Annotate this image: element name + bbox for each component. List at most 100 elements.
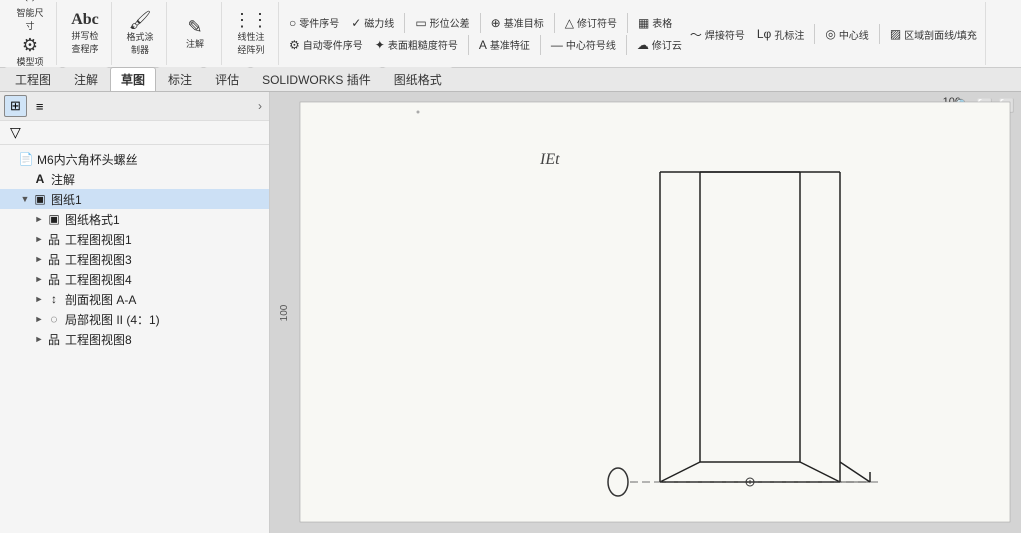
revision-symbol-icon: △	[565, 16, 574, 30]
tree-item-view1[interactable]: ► 品 工程图视图1	[0, 229, 269, 249]
format-painter-icon: 🖌	[129, 11, 152, 29]
tab-solidworks-plugin[interactable]: SOLIDWORKS 插件	[251, 67, 382, 91]
tab-sketch[interactable]: 草图	[110, 67, 156, 91]
tree-label-view8: 工程图视图8	[65, 331, 132, 348]
tree-expand-sheet1[interactable]: ▼	[18, 192, 32, 206]
center-symbol-button[interactable]: ⊕ 基准目标	[487, 13, 548, 33]
auto-part-number-label: 自动零件序号	[303, 37, 363, 52]
hatch-icon: ▨	[890, 27, 901, 41]
model-item-icon: ⚙	[22, 36, 38, 54]
note-button[interactable]: ✎ 注解	[175, 16, 215, 52]
tree-icon-sheet1: ▣	[32, 191, 48, 207]
tree-item-section[interactable]: ► ↕ 剖面视图 A-A	[0, 289, 269, 309]
smart-dim-button[interactable]: ↔ 智能尺寸	[10, 0, 50, 34]
gdt-button[interactable]: ▭ 形位公差	[411, 13, 473, 33]
hole-callout-icon: Lφ	[757, 27, 771, 41]
tree-label-annotation: 注解	[51, 171, 75, 188]
tree-area: 📄 M6内六角杯头螺丝 A 注解 ▼ ▣ 图纸1 ► ▣ 图纸格式1	[0, 145, 269, 533]
tree-icon-detail: ◌	[46, 311, 62, 327]
tree-item-view3[interactable]: ► 品 工程图视图3	[0, 249, 269, 269]
tree-icon-format1: ▣	[46, 211, 62, 227]
tree-item-view4[interactable]: ► 品 工程图视图4	[0, 269, 269, 289]
weld-symbol-label: 表面粗糙度符号	[388, 37, 458, 52]
datum-feature-label: 基准特征	[490, 37, 530, 52]
tree-expand-format1[interactable]: ►	[32, 212, 46, 226]
ribbon-tabs: 工程图 注解 草图 标注 评估 SOLIDWORKS 插件 图纸格式	[0, 68, 1021, 92]
tree-item-sheet1[interactable]: ▼ ▣ 图纸1	[0, 189, 269, 209]
gdt-icon: ▭	[415, 16, 426, 30]
table-icon: ▦	[638, 16, 649, 30]
filter-icon[interactable]: ▽	[6, 122, 25, 142]
magnetic-line-icon: 〜	[690, 26, 702, 43]
canvas-area[interactable]: 100 🔍 ⬜ ⬜ 100 IEt	[270, 92, 1021, 533]
gdt-label: 形位公差	[430, 15, 470, 30]
centerline-button[interactable]: — 中心符号线	[547, 35, 620, 55]
tab-annotate[interactable]: 注解	[63, 67, 109, 91]
centerline-label: 中心符号线	[566, 37, 616, 52]
tree-icon-root: 📄	[18, 151, 34, 167]
hole-callout-label: 孔标注	[774, 27, 804, 42]
smart-dim-label: 智能尺寸	[16, 6, 43, 32]
tool-group-symbols: ○ 零件序号 ✓ 磁力线 ▭ 形位公差 ⊕ 基准目标 △ 修订符号	[281, 2, 986, 65]
surface-roughness-button[interactable]: ✓ 磁力线	[347, 13, 398, 33]
tree-item-view8[interactable]: ► 品 工程图视图8	[0, 329, 269, 349]
part-number-icon: ○	[289, 16, 296, 30]
tab-drawing-format[interactable]: 图纸格式	[383, 67, 453, 91]
panel-collapse-button[interactable]: ›	[255, 99, 265, 113]
tree-item-root[interactable]: 📄 M6内六角杯头螺丝	[0, 149, 269, 169]
tree-label-view3: 工程图视图3	[65, 251, 132, 268]
auto-part-number-button[interactable]: ⚙ 自动零件序号	[285, 35, 367, 55]
format-painter-label: 格式涂制器	[126, 30, 153, 56]
magnetic-line-button[interactable]: 〜 焊接符号	[686, 24, 749, 44]
datum-feature-button[interactable]: A 基准特征	[475, 35, 534, 55]
hatch-label: 区域剖面线/填充	[904, 27, 977, 42]
left-panel: ⊞ ≡ › ▽ 📄 M6内六角杯头螺丝 A 注解 ▼ ▣	[0, 92, 270, 533]
tree-icon-section: ↕	[46, 291, 62, 307]
linear-pattern-button[interactable]: ⋮⋮ 线性注经阵列	[230, 9, 272, 58]
tree-label-detail: 局部视图 II (4：1)	[65, 311, 160, 328]
tree-label-root: M6内六角杯头螺丝	[37, 151, 138, 168]
tree-expand-section[interactable]: ►	[32, 292, 46, 306]
tree-icon-view8: 品	[46, 331, 62, 347]
linear-pattern-label: 线性注经阵列	[237, 30, 264, 56]
panel-view2-button[interactable]: ≡	[30, 96, 50, 117]
tree-expand-annotation[interactable]	[18, 172, 32, 186]
hole-callout-button[interactable]: Lφ 孔标注	[753, 24, 808, 44]
weld-symbol-button[interactable]: ✦ 表面粗糙度符号	[371, 35, 462, 55]
tree-item-detail[interactable]: ► ◌ 局部视图 II (4：1)	[0, 309, 269, 329]
tab-evaluate[interactable]: 评估	[204, 67, 250, 91]
tree-icon-annotation: A	[32, 171, 48, 187]
center-symbol-icon: ⊕	[491, 16, 501, 30]
table-label: 表格	[652, 15, 672, 30]
part-number-button[interactable]: ○ 零件序号	[285, 13, 343, 33]
centerline-icon: —	[551, 38, 563, 52]
panel-view1-button[interactable]: ⊞	[4, 95, 27, 117]
tree-expand-view8[interactable]: ►	[32, 332, 46, 346]
table-button[interactable]: ▦ 表格	[634, 13, 676, 33]
revision-symbol-label: 修订符号	[577, 15, 617, 30]
tree-icon-view3: 品	[46, 251, 62, 267]
tab-markup[interactable]: 标注	[157, 67, 203, 91]
datum-target-icon: ◎	[825, 27, 835, 41]
tree-item-annotation[interactable]: A 注解	[0, 169, 269, 189]
svg-text:IEt: IEt	[539, 151, 560, 168]
tree-expand-view3[interactable]: ►	[32, 252, 46, 266]
format-painter-button[interactable]: 🖌 格式涂制器	[120, 9, 160, 58]
tree-item-format1[interactable]: ► ▣ 图纸格式1	[0, 209, 269, 229]
tree-icon-view1: 品	[46, 231, 62, 247]
tree-icon-view4: 品	[46, 271, 62, 287]
revision-symbol-button[interactable]: △ 修订符号	[561, 13, 621, 33]
note-label: 注解	[186, 37, 204, 50]
tab-engineering[interactable]: 工程图	[4, 67, 62, 91]
tree-expand-detail[interactable]: ►	[32, 312, 46, 326]
datum-target-button[interactable]: ◎ 中心线	[821, 24, 872, 44]
tree-expand-root[interactable]	[4, 152, 18, 166]
tree-expand-view1[interactable]: ►	[32, 232, 46, 246]
tree-expand-view4[interactable]: ►	[32, 272, 46, 286]
tree-label-view1: 工程图视图1	[65, 231, 132, 248]
revision-cloud-button[interactable]: ☁ 修订云	[633, 35, 686, 55]
spell-check-button[interactable]: Abc 拼写检查程序	[65, 10, 105, 57]
part-number-label: 零件序号	[299, 15, 339, 30]
hatch-button[interactable]: ▨ 区域剖面线/填充	[886, 24, 981, 44]
revision-cloud-icon: ☁	[637, 38, 649, 52]
